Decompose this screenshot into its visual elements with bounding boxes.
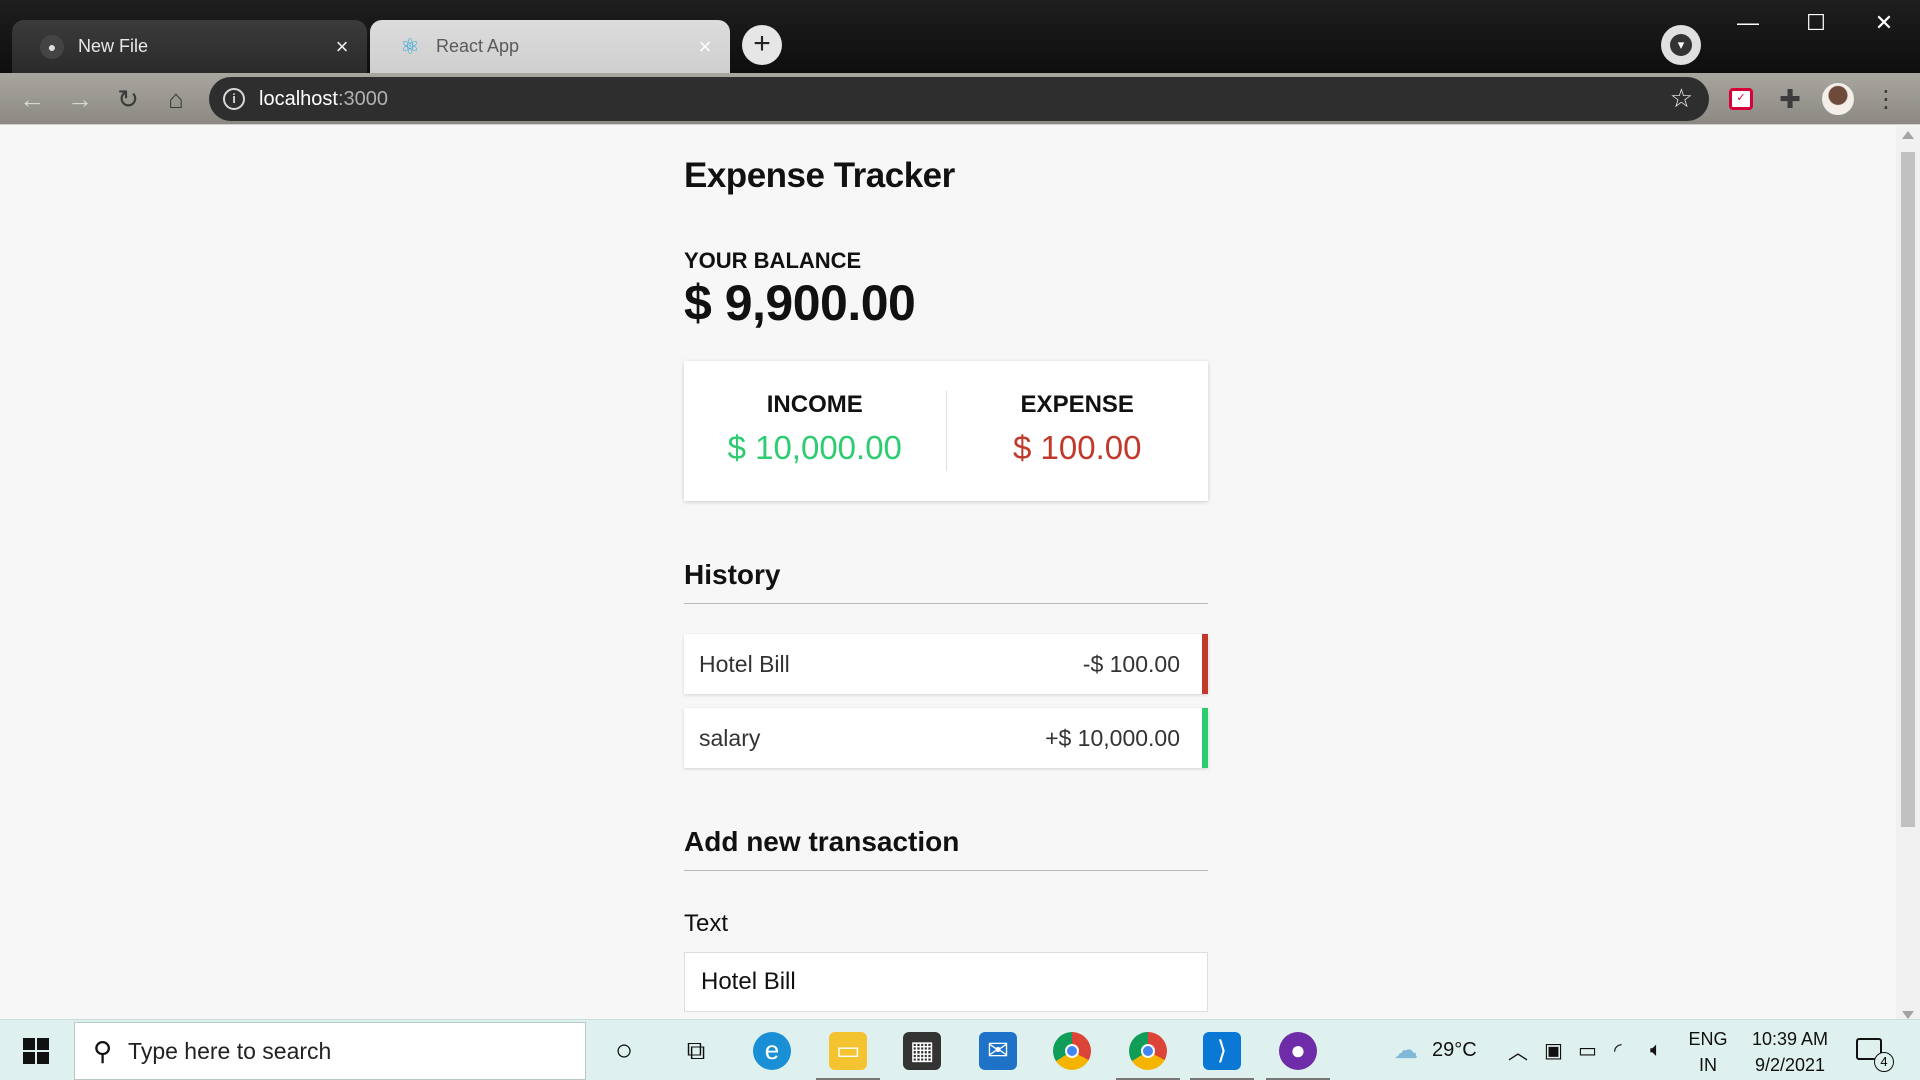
github-desktop-icon[interactable]: ● [1262,1020,1334,1080]
list-item[interactable]: salary +$ 10,000.00 [684,708,1208,768]
cloud-icon: ☁ [1394,1037,1418,1064]
add-transaction-heading: Add new transaction [684,826,1208,871]
minimize-button[interactable]: — [1718,8,1778,38]
weather-widget[interactable]: ☁ 29°C [1394,1020,1477,1080]
text-field-label: Text [684,910,729,937]
windows-taskbar: ⚲ Type here to search ○ ⧉ e ▭ ▦ ✉ ⟩ ● ☁ … [0,1019,1920,1080]
expense-column: EXPENSE $ 100.00 [947,361,1209,501]
chrome-active-icon[interactable] [1112,1020,1184,1080]
cortana-icon[interactable]: ○ [588,1020,660,1080]
tab-title: React App [436,36,520,56]
list-item[interactable]: Hotel Bill -$ 100.00 [684,634,1208,694]
mail-icon[interactable]: ✉ [962,1020,1034,1080]
show-hidden-icons[interactable]: ︿ [1508,1020,1528,1080]
windows-logo-icon [23,1037,49,1064]
expense-label: EXPENSE [1020,391,1134,418]
close-tab-icon[interactable]: × [331,35,353,58]
battery-icon[interactable]: ▭ [1578,1020,1597,1080]
tab-new-file[interactable]: ● New File × [12,20,367,73]
maximize-button[interactable]: ☐ [1786,8,1846,38]
income-column: INCOME $ 10,000.00 [684,361,946,501]
tab-search-button[interactable]: ▾ [1661,25,1701,65]
github-icon: ● [40,34,64,59]
new-tab-button[interactable]: + [742,25,782,65]
vscode-icon[interactable]: ⟩ [1186,1020,1258,1080]
extensions-puzzle-icon[interactable]: ✚ [1774,83,1806,115]
transaction-text: Hotel Bill [699,650,790,677]
chevron-down-icon: ▾ [1670,34,1692,56]
bookmark-star-icon[interactable]: ☆ [1670,83,1693,114]
profile-avatar[interactable] [1822,83,1854,115]
home-button[interactable]: ⌂ [158,81,194,117]
browser-toolbar: ← → ↻ ⌂ i localhost:3000 ☆ ✓ ✚ ⋮ [0,73,1920,125]
transaction-text: salary [699,724,761,751]
volume-icon[interactable]: 🔈︎ [1650,1020,1662,1080]
income-label: INCOME [766,391,863,418]
weather-temp: 29°C [1432,1039,1477,1061]
task-view-icon[interactable]: ⧉ [660,1020,732,1080]
clock[interactable]: 10:39 AM 9/2/2021 [1740,1026,1840,1078]
close-window-button[interactable]: ✕ [1854,8,1914,38]
edge-icon[interactable]: e [736,1020,808,1080]
lang-code: ENG [1688,1029,1728,1049]
back-button[interactable]: ← [14,81,50,117]
page-title: Expense Tracker [684,156,955,195]
info-icon[interactable]: i [223,88,245,110]
scroll-up-arrow[interactable] [1902,131,1914,139]
browser-menu-icon[interactable]: ⋮ [1870,83,1902,115]
income-amount: $ 10,000.00 [727,429,902,466]
pocket-extension-icon[interactable]: ✓ [1725,83,1757,115]
region-code: IN [1699,1055,1717,1075]
react-icon: ⚛ [400,33,420,59]
start-button[interactable] [0,1020,72,1080]
language-indicator[interactable]: ENG IN [1686,1026,1730,1078]
history-heading: History [684,559,1208,604]
clock-date: 9/2/2021 [1754,1055,1826,1075]
notification-count: 4 [1874,1052,1894,1072]
transaction-amount: +$ 10,000.00 [1045,724,1180,751]
wifi-icon[interactable]: ◜ [1614,1020,1622,1080]
store-icon[interactable]: ▦ [886,1020,958,1080]
chevron-up-icon: ︿ [1508,1042,1528,1064]
balance-amount: $ 9,900.00 [684,275,916,331]
forward-button[interactable]: → [62,81,98,117]
transaction-list: Hotel Bill -$ 100.00 salary +$ 10,000.00 [684,634,1208,782]
tab-title: New File [78,36,149,56]
text-input[interactable]: Hotel Bill [684,952,1208,1012]
close-tab-icon[interactable]: × [694,35,716,58]
page-viewport: Expense Tracker YOUR BALANCE $ 9,900.00 … [0,126,1896,1019]
browser-titlebar: ● New File × ⚛ React App × + ▾ — ☐ ✕ [0,0,1920,73]
tab-react-app[interactable]: ⚛ React App × [370,20,730,73]
scrollbar-thumb[interactable] [1901,152,1915,827]
income-expense-card: INCOME $ 10,000.00 EXPENSE $ 100.00 [684,361,1208,501]
transaction-amount: -$ 100.00 [1082,650,1180,677]
clock-time: 10:39 AM [1751,1029,1829,1049]
url-port: :3000 [337,87,388,110]
page-scrollbar[interactable] [1896,126,1920,1019]
scroll-down-arrow[interactable] [1902,1011,1914,1019]
meet-now-icon[interactable]: ▣ [1544,1020,1563,1080]
balance-label: YOUR BALANCE [684,248,862,273]
notification-center-icon[interactable]: 4 [1852,1032,1894,1072]
url-host: localhost [259,87,338,110]
search-placeholder: Type here to search [128,1037,332,1064]
file-explorer-icon[interactable]: ▭ [812,1020,884,1080]
address-bar[interactable]: i localhost:3000 ☆ [209,77,1709,121]
reload-button[interactable]: ↻ [110,81,146,117]
url-text[interactable]: localhost:3000 [259,88,388,111]
search-icon: ⚲ [93,1035,113,1066]
taskbar-search[interactable]: ⚲ Type here to search [74,1022,586,1080]
expense-amount: $ 100.00 [1013,429,1142,466]
chrome-icon[interactable] [1036,1020,1108,1080]
